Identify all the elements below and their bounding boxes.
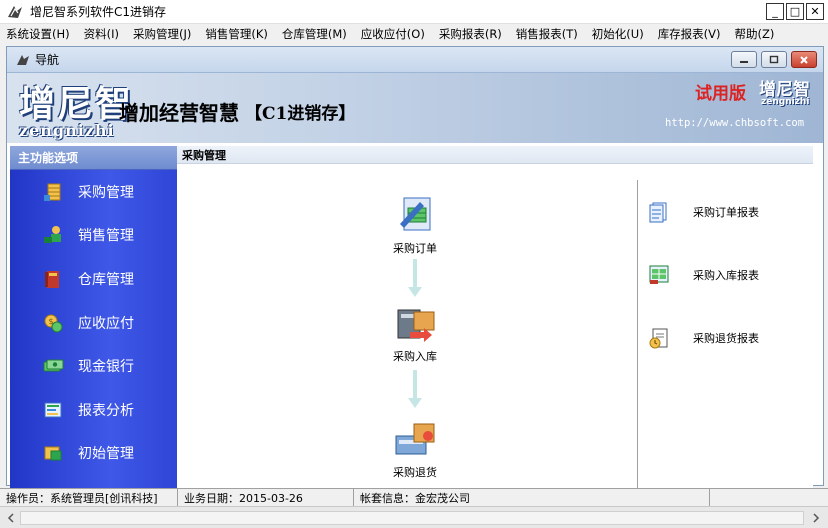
status-empty-cell: [710, 489, 828, 506]
panel-divider: [637, 180, 638, 488]
report-label: 采购订单报表: [693, 206, 759, 219]
product-name: 【C1进销存】: [245, 104, 356, 124]
brand-logo: 增尼智: [19, 83, 134, 125]
flow-purchase-return[interactable]: 采购退货: [375, 418, 455, 480]
sidebar-item-label: 报表分析: [78, 402, 134, 419]
sidebar-item-purchase[interactable]: 采购管理: [10, 170, 177, 214]
sidebar-header: 主功能选项: [10, 146, 177, 170]
navigation-icon: [17, 54, 29, 65]
report-purchase-return[interactable]: 采购退货报表: [647, 326, 759, 350]
menu-warehouse[interactable]: 仓库管理(M): [282, 26, 347, 42]
brand-banner: 增尼智 zengnizhi 增加经营智慧 【C1进销存】 试用版 增尼智 zen…: [7, 73, 823, 143]
flow-label: 采购订单: [393, 242, 437, 255]
menu-sales[interactable]: 销售管理(K): [205, 26, 268, 42]
nav-restore-button[interactable]: [761, 51, 787, 68]
brand-slogan: 增加经营智慧: [119, 101, 239, 125]
nav-close-button[interactable]: [791, 51, 817, 68]
section-title: 采购管理: [177, 146, 813, 164]
flow-arrow-down-icon: [408, 370, 422, 408]
report-label: 采购退货报表: [693, 332, 759, 345]
flow-label: 采购退货: [393, 466, 437, 479]
close-icon: [800, 55, 808, 64]
purchase-return-icon: [395, 423, 435, 455]
flow-arrow-down-icon: [408, 259, 422, 297]
menu-initialize[interactable]: 初始化(U): [592, 26, 644, 42]
flow-purchase-order[interactable]: 采购订单: [375, 194, 455, 256]
purchase-management-panel: 采购管理 采购订单 采购入库 采购退货 采购订单报表 采购入库报表 采购退货报表: [177, 146, 813, 488]
sidebar-item-cash-bank[interactable]: 现金银行: [10, 344, 177, 388]
return-report-icon: [649, 328, 668, 349]
sidebar-item-label: 仓库管理: [78, 271, 134, 288]
scrollbar-track[interactable]: [20, 511, 804, 525]
purchase-inbound-icon: [397, 309, 435, 342]
order-report-icon: [649, 202, 667, 223]
navigation-title-bar: 导航: [7, 47, 823, 73]
edition-badge: 试用版: [695, 84, 746, 104]
chevron-right-icon: [813, 513, 820, 523]
status-account-info: 帐套信息：金宏茂公司: [354, 489, 710, 506]
menu-receivables[interactable]: 应收应付(O): [361, 26, 425, 42]
money-bag-icon: $: [44, 314, 63, 333]
sidebar-item-label: 采购管理: [78, 184, 134, 201]
chevron-left-icon: [7, 513, 14, 523]
brand-logo-latin: zengnizhi: [19, 121, 115, 140]
minimize-icon: [740, 60, 748, 63]
minimize-button[interactable]: _: [766, 3, 784, 20]
horizontal-scrollbar[interactable]: [0, 506, 828, 528]
menu-data[interactable]: 资料(I): [84, 26, 119, 42]
sidebar-item-label: 现金银行: [78, 359, 134, 376]
main-function-sidebar: 主功能选项 采购管理 销售管理 仓库管理 $ 应收应付 现金银行 报表分析 初始…: [10, 146, 177, 488]
flow-purchase-inbound[interactable]: 采购入库: [375, 302, 455, 364]
sidebar-item-warehouse[interactable]: 仓库管理: [10, 257, 177, 301]
menu-sales-reports[interactable]: 销售报表(T): [516, 26, 578, 42]
status-business-date: 业务日期：2015-03-26: [178, 489, 354, 506]
window-title: 增尼智系列软件C1进销存: [30, 5, 167, 19]
menu-help[interactable]: 帮助(Z): [735, 26, 775, 42]
sidebar-item-init-management[interactable]: 初始管理: [10, 432, 177, 476]
purchase-order-icon: [400, 197, 431, 231]
report-label: 采购入库报表: [693, 269, 759, 282]
menu-system-settings[interactable]: 系统设置(H): [6, 26, 70, 42]
inbound-report-icon: [649, 265, 669, 284]
warehouse-book-icon: [45, 270, 59, 288]
sidebar-item-label: 销售管理: [78, 228, 134, 245]
app-logo-icon: [8, 5, 22, 18]
status-operator: 操作员：系统管理员[创讯科技]: [0, 489, 178, 506]
menu-purchase[interactable]: 采购管理(J): [133, 26, 191, 42]
sidebar-item-label: 应收应付: [78, 315, 134, 332]
status-bar: 操作员：系统管理员[创讯科技] 业务日期：2015-03-26 帐套信息：金宏茂…: [0, 488, 828, 506]
title-bar: 增尼智系列软件C1进销存 _ □ ✕: [0, 0, 828, 24]
website-url: http://www.chbsoft.com: [665, 117, 805, 129]
maximize-button[interactable]: □: [786, 3, 804, 20]
sidebar-item-label: 初始管理: [78, 446, 134, 463]
report-purchase-order[interactable]: 采购订单报表: [647, 200, 759, 224]
user-sales-icon: [44, 226, 61, 244]
sidebar-item-sales[interactable]: 销售管理: [10, 214, 177, 258]
navigation-title: 导航: [35, 53, 60, 67]
coins-stack-icon: [44, 183, 61, 201]
sidebar-item-receivables[interactable]: $ 应收应付: [10, 301, 177, 345]
brand-logo-small-latin: zengnizhi: [761, 97, 810, 107]
close-button[interactable]: ✕: [806, 3, 824, 20]
menu-bar: 系统设置(H) 资料(I) 采购管理(J) 销售管理(K) 仓库管理(M) 应收…: [0, 24, 828, 44]
nav-minimize-button[interactable]: [731, 51, 757, 68]
menu-inventory-reports[interactable]: 库存报表(V): [658, 26, 721, 42]
menu-purchase-reports[interactable]: 采购报表(R): [439, 26, 502, 42]
scroll-left-button[interactable]: [3, 510, 19, 526]
restore-icon: [769, 55, 779, 64]
init-settings-icon: [44, 446, 62, 461]
scroll-right-button[interactable]: [808, 510, 824, 526]
cash-icon: [43, 359, 64, 372]
flow-label: 采购入库: [393, 350, 437, 363]
report-chart-icon: [44, 402, 62, 418]
report-purchase-inbound[interactable]: 采购入库报表: [647, 263, 759, 287]
sidebar-item-report-analysis[interactable]: 报表分析: [10, 388, 177, 432]
